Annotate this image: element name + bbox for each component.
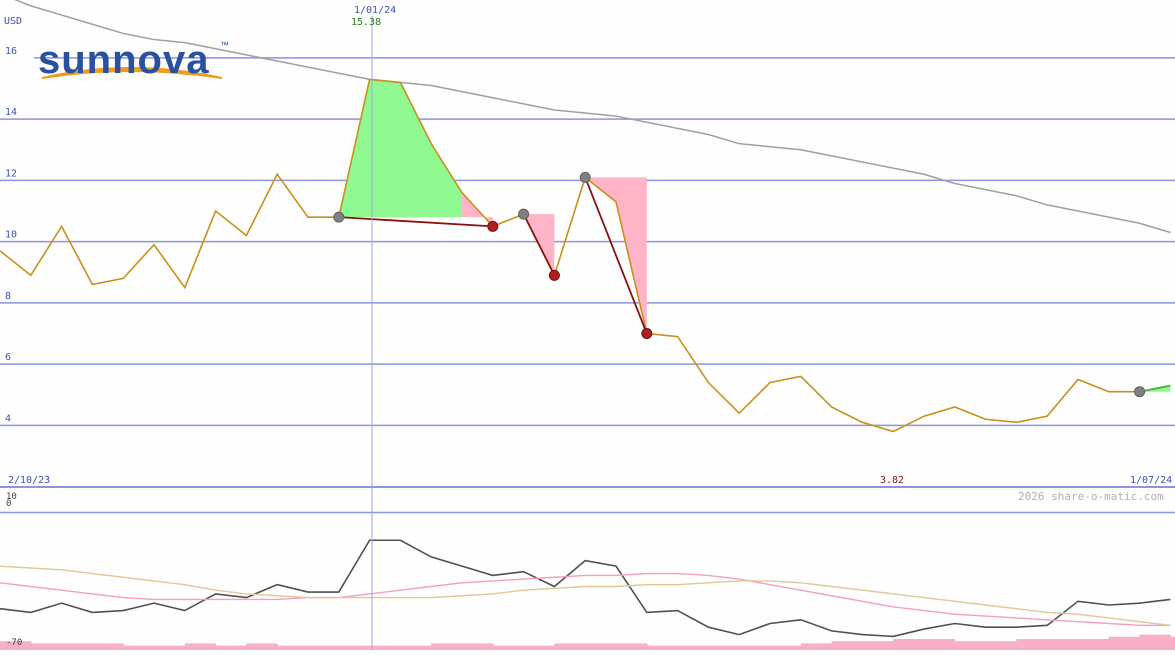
volume-bar: [1078, 639, 1110, 650]
swing-high-marker: [518, 208, 530, 220]
volume-bar: [646, 645, 679, 650]
volume-bar: [954, 641, 987, 650]
volume-bar: [154, 645, 186, 650]
volume-bar: [462, 643, 494, 650]
y-tick-label: 10: [5, 230, 17, 241]
volume-bar: [184, 643, 217, 650]
volume-bar: [400, 645, 432, 650]
oscillator-panel: [0, 539, 1175, 650]
volume-bar: [770, 645, 802, 650]
currency-label: USD: [4, 16, 22, 27]
osc-tick-label: -70: [6, 638, 22, 648]
logo-trademark: ™: [220, 40, 229, 50]
gridlines: [0, 57, 1175, 514]
copyright-label: 2026 share-o-matic.com: [1018, 490, 1164, 503]
volume-bar: [677, 645, 709, 650]
swing-high-marker: [333, 211, 345, 223]
up-swing-fill: [338, 79, 462, 218]
volume-bar: [924, 639, 956, 650]
volume-bar: [246, 643, 278, 650]
down-swing-line: [338, 216, 493, 228]
volume-bar: [431, 643, 463, 650]
swing-fills: [338, 79, 1171, 392]
start-date-label: 2/10/23: [8, 475, 50, 486]
volume-bar: [893, 639, 925, 650]
moving-average-line: [13, 0, 1171, 234]
volume-bar: [277, 645, 309, 650]
stock-chart: 4 6 8 10 12 14 16 10 0 -70 sunnova ™ USD 1/01/24 …: [0, 0, 1175, 650]
sunnova-logo: sunnova ™: [38, 38, 229, 82]
volume-bar: [123, 645, 155, 650]
volume-bar: [1016, 639, 1048, 650]
y-tick-label: 4: [5, 413, 11, 424]
volume-bar: [1170, 636, 1175, 650]
volume-bar: [61, 643, 93, 650]
swing-low-marker: [548, 269, 560, 281]
low-value-label: 3.82: [880, 475, 904, 486]
volume-bar: [862, 641, 894, 650]
volume-bar: [30, 643, 63, 650]
volume-bar: [800, 643, 833, 650]
crosshair-date-label: 1/01/24: [354, 5, 396, 16]
volume-bar: [308, 645, 340, 650]
volume-bar: [554, 643, 586, 650]
oscillator-signal-line: [0, 572, 1171, 627]
y-tick-label: 12: [5, 168, 17, 179]
swing-low-marker: [487, 220, 499, 232]
volume-bar: [985, 641, 1017, 650]
volume-bar: [1047, 639, 1079, 650]
logo-text: sunnova: [38, 38, 209, 82]
price-line: [0, 78, 1171, 433]
price-series: [0, 78, 1171, 433]
osc-tick-label: 0: [6, 499, 11, 509]
volume-bar: [831, 641, 863, 650]
y-tick-label: 8: [5, 291, 11, 302]
moving-average: [13, 0, 1171, 234]
y-tick-label: 14: [5, 107, 17, 118]
y-tick-label: 16: [5, 46, 17, 57]
volume-bar: [338, 645, 371, 650]
volume-bar: [1139, 634, 1171, 650]
oscillator-line: [0, 539, 1171, 638]
volume-bar: [739, 645, 771, 650]
y-tick-label: 6: [5, 352, 11, 363]
crosshair-value-label: 15.38: [351, 17, 381, 28]
swing-high-marker: [1134, 386, 1146, 398]
swing-high-marker: [579, 171, 591, 183]
volume-bar: [215, 645, 247, 650]
volume-bar: [585, 643, 617, 650]
volume-bar: [523, 645, 555, 650]
stock-chart-svg: 46810121416100-70 sunnova ™ USD 1/01/24 …: [0, 0, 1175, 650]
volume-bar: [708, 645, 740, 650]
swing-low-marker: [641, 328, 653, 340]
y-axis-ticks: 46810121416100-70: [5, 46, 22, 648]
volume-bar: [369, 645, 401, 650]
volume-bar: [1108, 636, 1141, 650]
volume-bar: [492, 645, 525, 650]
volume-bar: [616, 643, 648, 650]
volume-bar: [92, 643, 124, 650]
end-date-label: 1/07/24: [1130, 475, 1172, 486]
